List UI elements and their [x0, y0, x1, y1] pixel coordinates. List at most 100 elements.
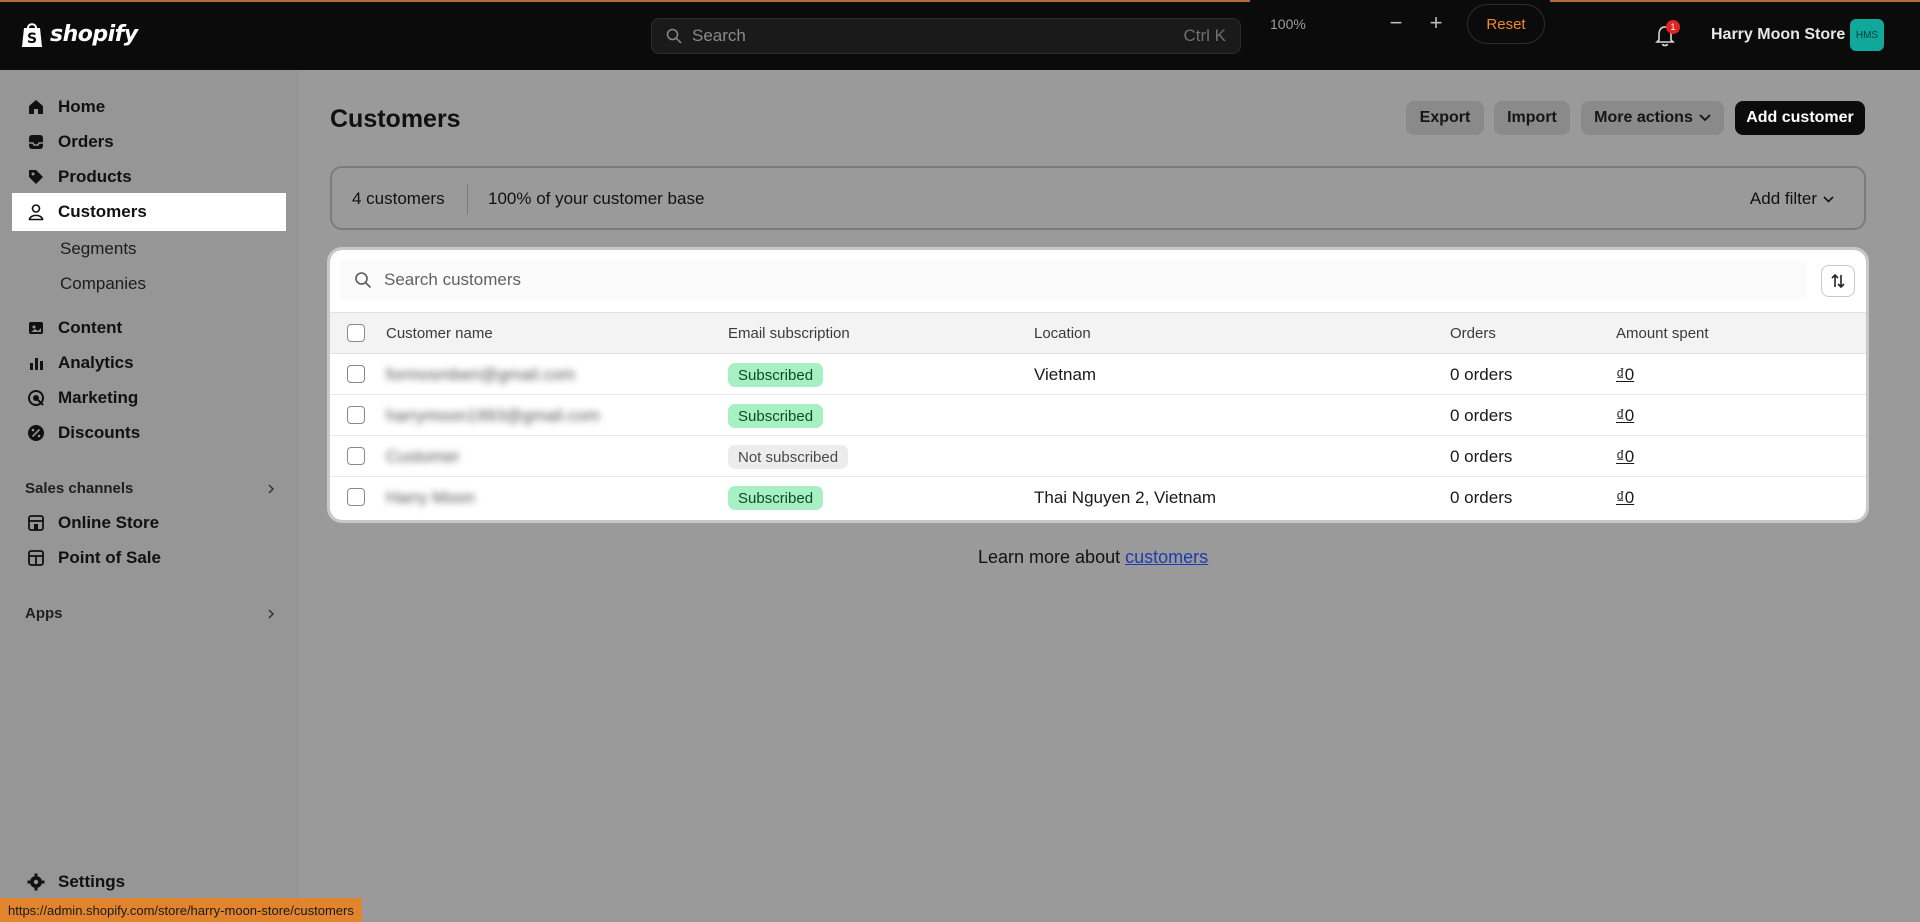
sidebar-item-analytics[interactable]: Analytics	[12, 345, 286, 380]
global-search-input[interactable]: Search Ctrl K	[651, 18, 1241, 54]
chevron-right-icon[interactable]	[266, 609, 276, 619]
sidebar-item-label: Online Store	[58, 512, 160, 532]
column-header-email-subscription[interactable]: Email subscription	[728, 325, 850, 342]
zoom-level: 100%	[1270, 16, 1306, 32]
customers-help-link[interactable]: customers	[1125, 547, 1208, 567]
customer-name[interactable]: Customer	[386, 447, 460, 467]
sales-channels-title[interactable]: Sales channels	[25, 480, 133, 497]
sidebar-item-label: Analytics	[58, 352, 134, 372]
analytics-icon	[30, 357, 43, 370]
add-filter-button[interactable]: Add filter	[1750, 189, 1834, 209]
chevron-right-icon[interactable]	[266, 484, 276, 494]
sidebar-item-orders[interactable]: Orders	[12, 124, 286, 159]
customer-name[interactable]: Harry Moon	[386, 488, 475, 508]
row-checkbox[interactable]	[347, 447, 365, 465]
store-icon	[28, 514, 44, 531]
orders-icon	[29, 134, 43, 149]
customers-table: Search customers Customer name Email sub…	[327, 247, 1869, 523]
sidebar-item-products[interactable]: Products	[12, 159, 286, 194]
person-icon	[28, 204, 44, 221]
customer-orders: 0 orders	[1450, 365, 1513, 384]
customer-orders: 0 orders	[1450, 488, 1513, 507]
table-row[interactable]: harrymoon1993@gmail.com Subscribed 0 ord…	[330, 395, 1866, 436]
sidebar-item-label: Orders	[58, 131, 114, 151]
search-shortcut: Ctrl K	[1183, 26, 1227, 45]
sidebar-item-content[interactable]: Content	[12, 310, 286, 345]
zoom-panel: 100% − + Reset	[1250, 0, 1550, 52]
customer-location: Vietnam	[1034, 365, 1097, 384]
sidebar-item-label: Discounts	[58, 422, 141, 442]
sidebar-item-marketing[interactable]: Marketing	[12, 380, 286, 415]
chevron-down-icon	[1823, 195, 1834, 203]
customer-name[interactable]: formosmberi@gmail.com	[386, 365, 575, 385]
row-checkbox[interactable]	[347, 488, 365, 506]
summary-divider	[467, 184, 468, 214]
sidebar-subitem-companies[interactable]: Companies	[60, 274, 146, 294]
search-placeholder: Search	[692, 26, 746, 45]
column-header-customer-name[interactable]: Customer name	[386, 325, 493, 342]
sidebar-item-label: Point of Sale	[58, 547, 161, 567]
select-all-checkbox[interactable]	[347, 324, 365, 342]
export-button[interactable]: Export	[1406, 101, 1484, 135]
apps-title[interactable]: Apps	[25, 605, 63, 622]
sidebar-item-point-of-sale[interactable]: Point of Sale	[12, 540, 286, 575]
table-row[interactable]: formosmberi@gmail.com Subscribed Vietnam…	[330, 354, 1866, 395]
gear-icon	[27, 873, 45, 891]
import-button[interactable]: Import	[1494, 101, 1570, 135]
top-bar: S shopify Search Ctrl K 100% − + Reset 1…	[0, 0, 1920, 70]
row-checkbox[interactable]	[347, 406, 365, 424]
marketing-icon	[28, 389, 44, 406]
discount-icon	[28, 424, 44, 441]
chevron-down-icon	[1699, 114, 1711, 122]
sidebar-item-home[interactable]: Home	[12, 89, 286, 124]
more-actions-button[interactable]: More actions	[1581, 101, 1724, 135]
sort-arrows-icon	[1831, 273, 1845, 289]
pos-icon	[28, 549, 44, 566]
customer-name[interactable]: harrymoon1993@gmail.com	[386, 406, 600, 426]
status-badge: Subscribed	[728, 363, 824, 387]
search-icon	[355, 272, 372, 289]
notification-badge: 1	[1666, 20, 1680, 34]
store-name[interactable]: Harry Moon Store	[1711, 26, 1845, 44]
customer-count: 4 customers	[352, 189, 445, 208]
add-customer-button[interactable]: Add customer	[1735, 101, 1865, 135]
sidebar-item-label: Products	[58, 166, 132, 186]
zoom-in-button[interactable]: +	[1423, 10, 1449, 36]
sidebar-item-label: Home	[58, 96, 106, 116]
sidebar-item-label: Content	[58, 317, 123, 337]
add-filter-label: Add filter	[1749, 189, 1817, 208]
zoom-out-button[interactable]: −	[1383, 10, 1409, 36]
page-title: Customers	[330, 105, 461, 133]
shopify-bag-icon: S	[22, 23, 42, 47]
sidebar-item-settings[interactable]: Settings	[12, 872, 125, 892]
row-checkbox[interactable]	[347, 365, 365, 383]
column-header-location[interactable]: Location	[1034, 325, 1091, 342]
sidebar-item-customers[interactable]: Customers	[12, 193, 286, 231]
customer-amount-spent: ₫0	[1616, 447, 1635, 466]
avatar[interactable]: HMS	[1850, 19, 1884, 51]
sort-button[interactable]	[1821, 265, 1855, 297]
customer-amount-spent: ₫0	[1616, 365, 1635, 384]
sidebar-item-online-store[interactable]: Online Store	[12, 505, 286, 540]
zoom-reset-button[interactable]: Reset	[1467, 4, 1545, 44]
top-accent-line	[0, 0, 1920, 2]
search-icon	[666, 28, 682, 44]
table-row[interactable]: Harry Moon Subscribed Thai Nguyen 2, Vie…	[330, 477, 1866, 518]
sidebar-item-discounts[interactable]: Discounts	[12, 415, 286, 450]
sidebar: Home Orders Products Customers Segments …	[0, 70, 299, 922]
table-row[interactable]: Customer Not subscribed 0 orders ₫0	[330, 436, 1866, 477]
status-badge: Subscribed	[728, 486, 824, 510]
customer-search-input[interactable]: Search customers	[340, 260, 1806, 300]
sidebar-item-label: Settings	[58, 872, 126, 891]
status-badge: Subscribed	[728, 404, 824, 428]
column-header-orders[interactable]: Orders	[1450, 325, 1496, 342]
customer-orders: 0 orders	[1450, 406, 1513, 425]
table-header: Customer name Email subscription Locatio…	[330, 312, 1866, 354]
content-icon	[29, 321, 43, 334]
sidebar-subitem-segments[interactable]: Segments	[60, 239, 137, 259]
column-header-amount-spent[interactable]: Amount spent	[1616, 325, 1709, 342]
customer-amount-spent: ₫0	[1616, 406, 1635, 425]
shopify-logo[interactable]: S shopify	[20, 20, 138, 48]
sidebar-item-label: Customers	[58, 202, 147, 221]
customer-location: Thai Nguyen 2, Vietnam	[1034, 488, 1217, 507]
